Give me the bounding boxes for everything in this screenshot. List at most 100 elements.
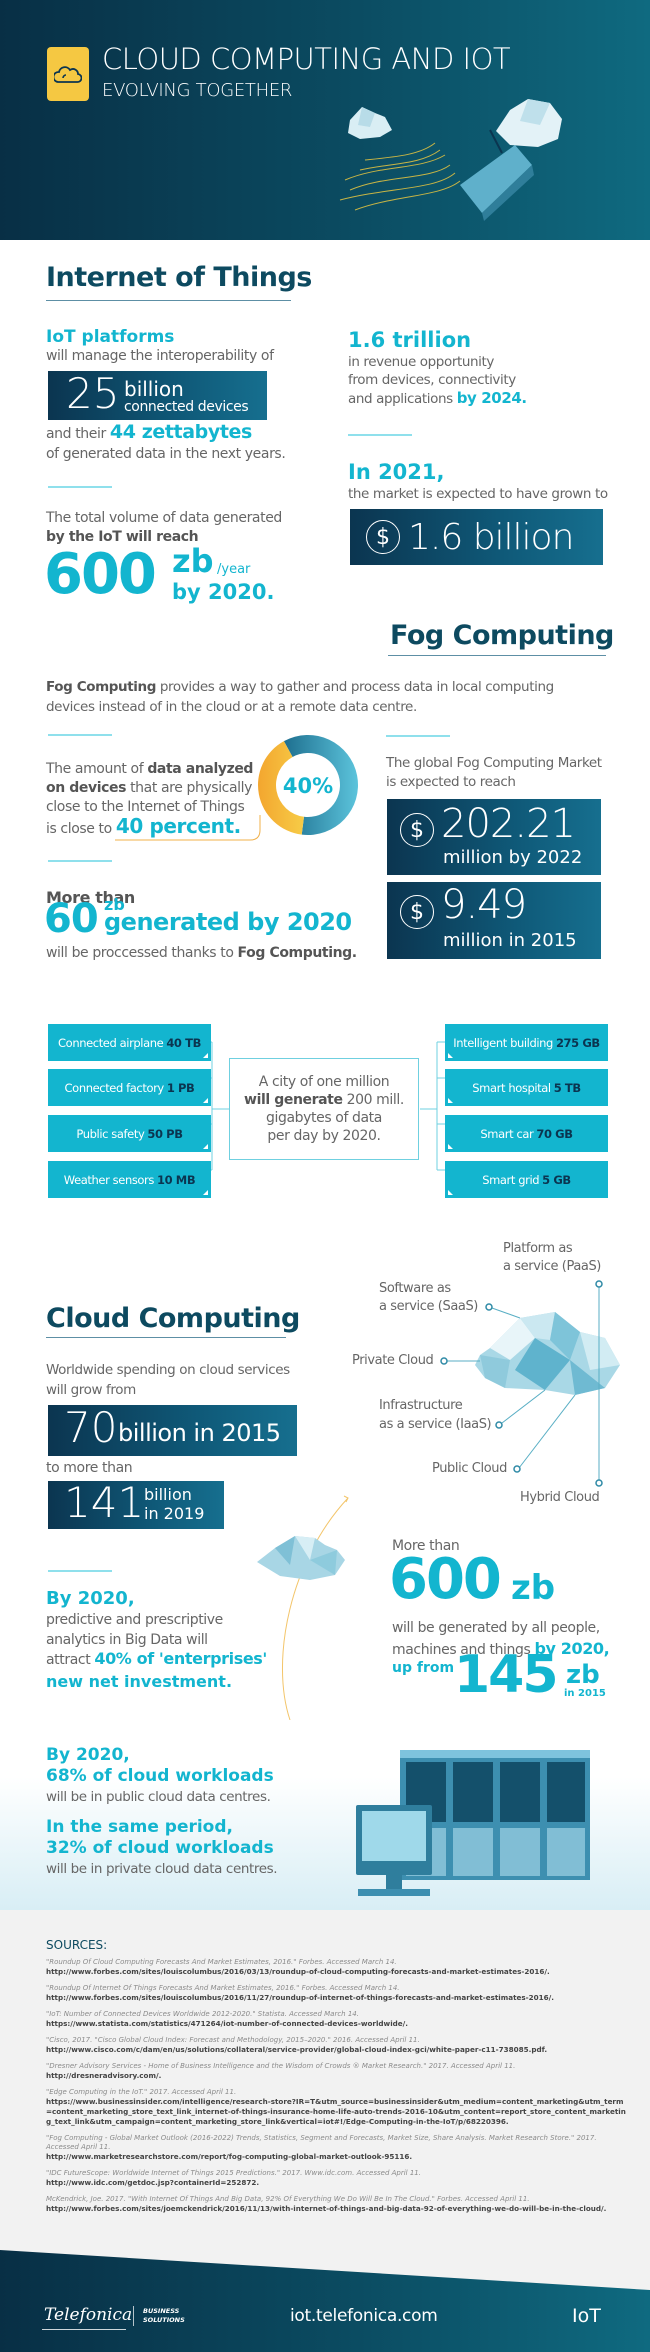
source-item: "Roundup Of Internet Of Things Forecasts… [46,1984,626,2003]
cloud-to-unit: billion [144,1485,192,1504]
city-tile: Smart car 70 GB [445,1115,608,1152]
city-tile: Connected factory 1 PB [48,1069,211,1106]
corner-icon [448,1053,453,1058]
cloud-shape-icon [475,1312,620,1395]
city-tile-value: 40 TB [166,1035,201,1050]
public-node [513,1465,521,1473]
cloud-to-year: in 2019 [144,1504,205,1523]
svc-iaas-1: Infrastructure [379,1398,463,1413]
footer-brand-sub-1: BUSINESS [143,2307,180,2315]
corner-icon [203,1144,208,1149]
data-number: 600 [389,1547,502,1612]
data-up-from: up from [392,1660,455,1676]
data-prev-unit: zb [566,1660,600,1690]
fog-analyzed-bold-2: on devices [46,780,127,796]
iot-revenue-text-1: in revenue opportunity [348,354,495,370]
city-tile: Smart hospital 5 TB [445,1069,608,1106]
paas-node [595,1280,603,1288]
city-tile-value: 10 MB [156,1172,196,1187]
cloud-spending-text-2: will grow from [46,1382,136,1398]
header-subtitle: EVOLVING TOGETHER [102,80,293,101]
corner-icon [203,1190,208,1195]
footer-tag: IoT [572,2305,601,2327]
city-tile-value: 5 TB [553,1080,581,1095]
cloud-from-box: 70 billion in 2015 [48,1403,297,1456]
fog-analyzed-bold-1: data analyzed [147,761,254,777]
hybrid-node [595,1479,603,1487]
iot-volume-by: by 2020. [172,580,275,604]
iot-market-text: the market is expected to have grown to [348,486,608,502]
source-link[interactable]: https://www.businessinsider.com/intellig… [46,2097,626,2127]
source-link[interactable]: http://www.marketresearchstore.com/repor… [46,2152,626,2162]
city-tile-label: Intelligent building [453,1035,553,1050]
corner-icon [448,1144,453,1149]
source-link[interactable]: http://www.forbes.com/sites/joemckendric… [46,2204,626,2214]
source-item: "IDC FutureScope: Worldwide Internet of … [46,2169,626,2188]
footer-url[interactable]: iot.telefonica.com [290,2306,438,2326]
fog-processed-number: 60 [44,896,99,942]
source-link[interactable]: http://dresneradvisory.com/. [46,2071,626,2081]
source-citation: "Dresner Advisory Services - Home of Bus… [46,2062,516,2070]
private-node [440,1357,448,1365]
fog-processed-bold: Fog Computing. [237,945,358,961]
source-citation: "IoT: Number of Connected Devices Worldw… [46,2010,359,2018]
source-link[interactable]: http://www.forbes.com/sites/louiscolumbu… [46,1993,626,2003]
cloud-to-box: 141 billion in 2019 [48,1478,224,1529]
source-item: "Dresner Advisory Services - Home of Bus… [46,2062,626,2081]
source-link[interactable]: https://www.statista.com/statistics/4712… [46,2019,626,2029]
city-tile-label: Smart car [480,1126,534,1141]
fog-market-2022-box: $ 202.21 million by 2022 [387,799,601,875]
source-item: "Roundup Of Cloud Computing Forecasts An… [46,1958,626,1977]
city-text-1: A city of one million [258,1074,390,1090]
source-item: "Cisco, 2017. "Cisco Global Cloud Index:… [46,2036,626,2055]
source-citation: "Roundup Of Cloud Computing Forecasts An… [46,1958,397,1966]
workloads-period: In the same period, [46,1817,233,1837]
fog-processed-text: will be proccessed thanks to [46,945,238,961]
source-citation: "Roundup Of Internet Of Things Forecasts… [46,1984,400,1992]
iot-title-underline [46,300,291,301]
header-banner: CLOUD COMPUTING AND IOT EVOLVING TOGETHE… [0,0,650,240]
city-tile-value: 275 GB [555,1035,600,1050]
divider [48,486,112,488]
corner-icon [203,1053,208,1058]
fog-connector-line [115,815,261,841]
city-text-4: per day by 2020. [267,1128,381,1144]
city-tile: Public safety 50 PB [48,1115,211,1152]
fog-market-2015-value: 9.49 [441,882,527,928]
iot-market-year: In 2021, [348,460,445,484]
iot-devices-label: connected devices [124,399,249,415]
large-cloud-icon [496,99,562,147]
divider [48,734,112,736]
city-tile-label: Connected factory [64,1080,165,1095]
city-text-3: gigabytes of data [266,1110,382,1126]
fog-analyzed-2: that are physically [126,780,253,796]
city-tile-label: Smart grid [482,1172,540,1187]
source-citation: "Fog Computing - Global Market Outlook (… [46,2134,597,2151]
city-tile-label: Connected airplane [58,1035,164,1050]
cloud-from-label: billion in 2015 [118,1419,281,1447]
data-text-1: will be generated by all people, [392,1620,600,1636]
source-link[interactable]: http://www.forbes.com/sites/louiscolumbu… [46,1967,626,1977]
iot-generated-text: of generated data in the next years. [46,446,286,462]
svc-hybrid: Hybrid Cloud [520,1490,600,1505]
iot-volume-number: 600 [44,542,157,607]
workloads-private-text: will be in private cloud data centres. [46,1861,278,1877]
analytics-3: attract [46,1652,91,1668]
corner-icon [203,1098,208,1103]
fog-analyzed-1: The amount of [46,761,148,777]
divider [386,735,450,737]
iot-section-title: Internet of Things [46,262,312,293]
small-cloud-illustration [257,1536,345,1580]
iot-volume-per: /year [217,562,251,577]
iot-volume-unit: zb [172,542,214,580]
source-link[interactable]: http://www.cisco.com/c/dam/en/us/solutio… [46,2045,626,2055]
data-prev-year: in 2015 [564,1688,606,1699]
source-link[interactable]: http://www.idc.com/getdoc.jsp?containerI… [46,2178,626,2188]
fog-intro-bold: Fog Computing [46,679,156,695]
svc-iaas-2: as a service (IaaS) [379,1417,492,1432]
city-tile-label: Smart hospital [472,1080,551,1095]
city-text-bold: will generate [244,1092,343,1108]
header-logo-badge [47,47,89,101]
city-center-box: A city of one million will generate 200 … [229,1058,419,1160]
fog-analyzed-4: is close to [46,821,112,837]
